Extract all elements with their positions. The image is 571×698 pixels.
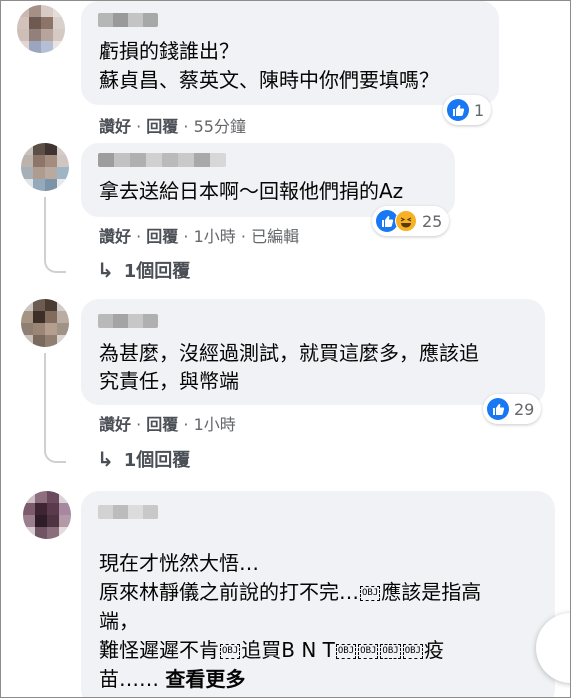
comment-text: 虧損的錢誰出？ [99,39,239,63]
object-placeholder: OBJ [358,644,379,659]
comment-text: 拿去送給日本啊～回報他們捐的Az [99,179,404,203]
reply-arrow-icon: ↳ [97,258,114,282]
comment-actions: 讚好 · 回覆 · 55分鐘 [99,113,246,137]
comment-actions: 讚好 · 回覆 · 1小時 [99,411,236,435]
commenter-name[interactable] [98,505,158,519]
comment-text: 原來林靜儀之前說的打不完… OBJ 應該是指高 [99,580,482,604]
reaction-summary[interactable]: 25 [372,206,450,236]
object-placeholder: OBJ [360,586,381,601]
like-button[interactable]: 讚好 [99,415,131,434]
avatar[interactable] [17,5,65,53]
comment-text: 苗…… 查看更多 [99,667,246,691]
separator: · [183,117,189,136]
avatar[interactable] [21,143,69,191]
reply-button[interactable]: 回覆 [146,117,178,136]
haha-icon [395,210,417,232]
thread-line [44,197,46,253]
commenter-name[interactable] [98,153,226,167]
separator: · [136,415,142,434]
replies-count: 1個回覆 [123,261,191,282]
commenter-name[interactable] [98,13,158,27]
comment-text: 究責任，與幣端 [99,369,239,393]
timestamp[interactable]: 1小時 [194,415,236,434]
separator: · [183,415,189,434]
reply-arrow-icon: ↳ [97,447,114,471]
reaction-count: 25 [422,211,443,231]
timestamp[interactable]: 1小時 [194,227,236,246]
like-button[interactable]: 讚好 [99,227,131,246]
object-placeholder: OBJ [402,644,423,659]
comment-text: 現在才恍然大悟… [99,551,259,575]
reaction-summary[interactable]: 1 [443,95,492,125]
view-replies-link[interactable]: ↳ 1個回覆 [97,446,190,472]
see-more-link[interactable]: 查看更多 [165,667,245,691]
edited-label[interactable]: 已編輯 [251,227,299,246]
reaction-count: 1 [474,100,485,120]
object-placeholder: OBJ [220,644,241,659]
comment-text: 為甚麼，沒經過測試，就買這麼多，應該追 [99,341,479,365]
comment-text: 端， [99,609,139,633]
avatar[interactable] [23,491,71,539]
comment-text: 蘇貞昌、蔡英文、陳時中你們要填嗎？ [99,68,439,92]
object-placeholder: OBJ [335,644,357,659]
like-icon [447,99,469,121]
reply-button[interactable]: 回覆 [146,227,178,246]
reply-button[interactable]: 回覆 [146,415,178,434]
reaction-count: 29 [514,399,535,419]
like-button[interactable]: 讚好 [99,117,131,136]
separator: · [136,117,142,136]
replies-count: 1個回覆 [123,450,191,471]
thread-line [44,441,66,463]
avatar[interactable] [21,299,69,347]
comment-actions: 讚好 · 回覆 · 1小時 · 已編輯 [99,223,299,247]
commenter-name[interactable] [98,314,158,328]
timestamp[interactable]: 55分鐘 [194,117,246,136]
view-replies-link[interactable]: ↳ 1個回覆 [97,257,190,283]
thread-line [44,353,46,443]
separator: · [240,227,246,246]
separator: · [183,227,189,246]
thread-line [44,251,66,273]
comments-panel: 虧損的錢誰出？ 蘇貞昌、蔡英文、陳時中你們要填嗎？ 1 讚好 · 回覆 · 55… [0,0,571,698]
object-placeholder: OBJ [380,644,401,659]
separator: · [136,227,142,246]
reaction-summary[interactable]: 29 [483,394,542,424]
like-icon [487,398,509,420]
comment-text: 難怪遲遲不肯 OBJ 追買B N T OBJ OBJ OBJ OBJ 疫 [99,638,444,662]
